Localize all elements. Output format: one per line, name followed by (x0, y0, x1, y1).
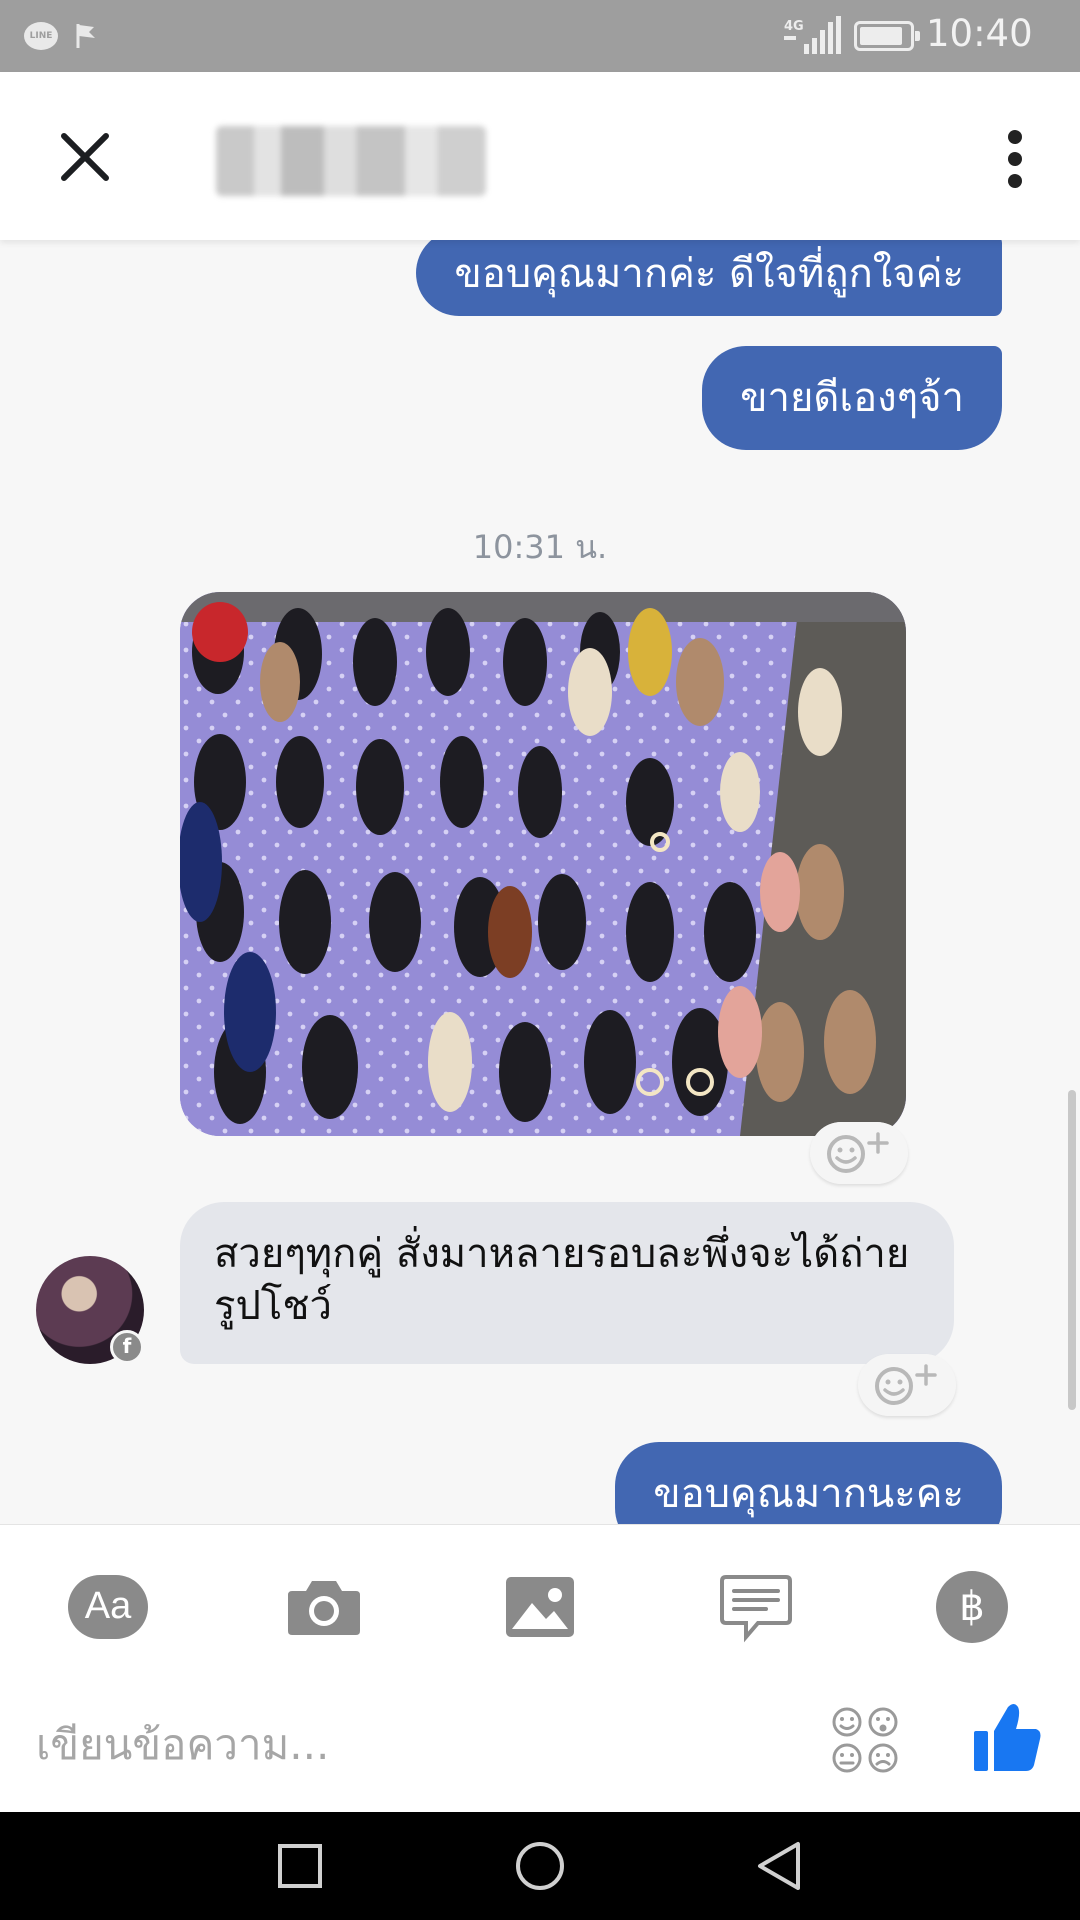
text-format-button[interactable]: Aa (68, 1575, 148, 1639)
message-template-icon[interactable] (716, 1567, 796, 1647)
system-nav-bar (0, 1812, 1080, 1920)
signal-icon: 4G (784, 16, 841, 54)
line-app-icon: LINE (24, 22, 58, 50)
shoes-photo-image (180, 592, 906, 1136)
battery-icon (854, 21, 920, 51)
like-thumb-icon[interactable] (974, 1701, 1042, 1773)
circle-icon[interactable] (512, 1838, 568, 1894)
status-bar: LINE 4G 10:40 น. (0, 0, 1080, 106)
outgoing-message[interactable]: ขอบคุณมากนะคะ (615, 1442, 1002, 1524)
message-list[interactable]: ขอบคุณมากค่ะ ดีใจที่ถูกใจค่ะ ขายดีเองๆจ้… (0, 240, 1080, 1524)
outgoing-message[interactable]: ขอบคุณมากค่ะ ดีใจที่ถูกใจค่ะ (416, 240, 1002, 316)
close-icon[interactable] (50, 122, 120, 192)
chat-header (0, 72, 1080, 240)
add-reaction-icon[interactable] (858, 1354, 956, 1416)
camera-icon[interactable] (284, 1567, 364, 1647)
add-reaction-icon[interactable] (810, 1122, 908, 1184)
triangle-back-icon[interactable] (752, 1838, 808, 1894)
facebook-badge-icon: f (110, 1330, 144, 1364)
payment-button[interactable]: ฿ (936, 1571, 1008, 1643)
more-vertical-icon[interactable] (1000, 130, 1030, 190)
square-icon[interactable] (272, 1838, 328, 1894)
incoming-message[interactable]: สวยๆทุกคู่ สั่งมาหลายรอบละพึ่งจะได้ถ่ายร… (180, 1202, 954, 1364)
message-input[interactable] (36, 1709, 796, 1779)
outgoing-message[interactable]: ขายดีเองๆจ้า (702, 346, 1002, 450)
gallery-icon[interactable] (500, 1567, 580, 1647)
scrollbar[interactable] (1068, 1090, 1076, 1410)
composer: Aa ฿ (0, 1524, 1080, 1812)
flag-icon (76, 24, 95, 48)
shoes-photo[interactable] (180, 592, 906, 1136)
network-type: 4G (784, 19, 804, 34)
message-timestamp: 10:31 น. (472, 528, 608, 566)
contact-name[interactable] (216, 126, 486, 196)
sticker-icon[interactable] (830, 1705, 900, 1775)
